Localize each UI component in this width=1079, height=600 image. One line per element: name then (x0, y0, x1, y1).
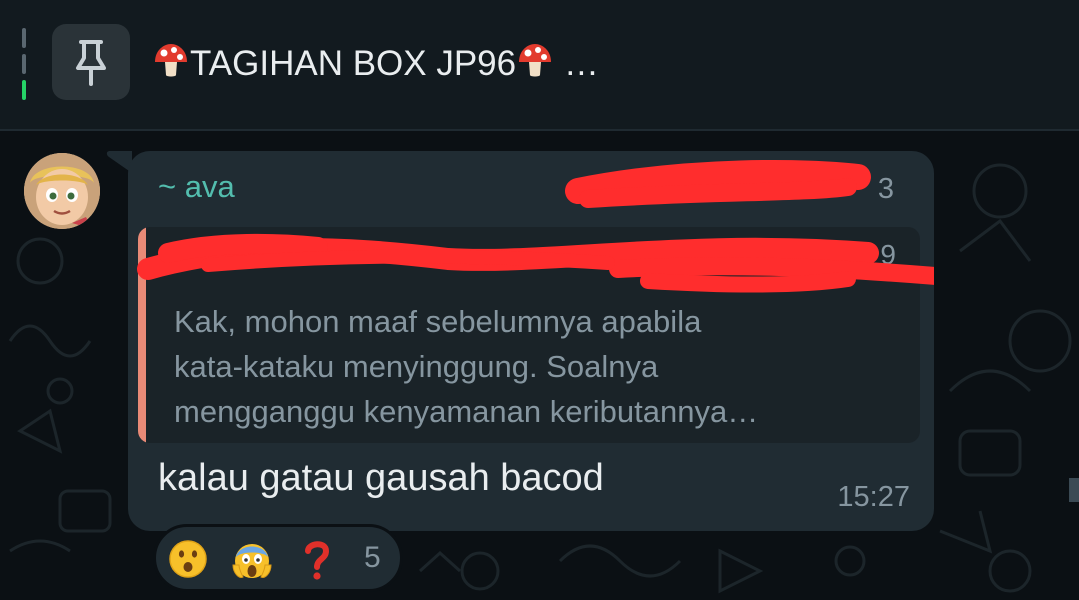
mushroom-icon (152, 42, 190, 87)
pinned-title-ellipsis: … (554, 44, 599, 83)
hushed-face-emoji (168, 539, 208, 583)
screaming-face-emoji (231, 539, 273, 585)
chat-area[interactable]: ~ ava +62 3 +62 9 Kak, mohon maaf sebelumn… (0, 131, 1079, 600)
scrollbar-thumb[interactable] (1069, 478, 1079, 502)
chat-screen: TAGIHAN BOX JP96 … ~ ava +62 3 +62 9 Kak… (0, 0, 1079, 600)
reaction-count: 5 (364, 541, 381, 574)
red-question-mark-emoji (302, 539, 332, 585)
message-timestamp: 15:27 (837, 481, 910, 513)
mushroom-icon (516, 42, 554, 87)
message-bubble[interactable]: ~ ava +62 3 +62 9 Kak, mohon maaf sebelumn… (128, 151, 934, 531)
pinned-message-bar[interactable]: TAGIHAN BOX JP96 … (0, 0, 1079, 131)
pinned-title-text: TAGIHAN BOX JP96 (190, 44, 517, 83)
quoted-phone-suffix: 9 (880, 239, 896, 270)
pinned-message-title: TAGIHAN BOX JP96 … (152, 42, 599, 87)
pinned-position-indicator (22, 28, 28, 100)
quote-accent-bar (138, 227, 146, 443)
quoted-message[interactable]: +62 9 Kak, mohon maaf sebelumnya apabila … (138, 227, 920, 443)
quoted-text: Kak, mohon maaf sebelumnya apabila kata-… (174, 304, 759, 429)
pin-icon (52, 24, 130, 100)
sender-phone-suffix: 3 (877, 173, 894, 205)
quoted-phone-prefix: +62 (582, 239, 631, 270)
sender-phone-prefix: +62 (578, 173, 628, 205)
sender-avatar[interactable] (24, 153, 100, 229)
quoted-phone: +62 9 (583, 239, 896, 271)
sender-name[interactable]: ~ ava (158, 169, 235, 205)
sender-phone: +62 3 (579, 173, 894, 206)
reactions-pill[interactable]: 5 (153, 524, 403, 592)
message-text: kalau gatau gausah bacod (158, 457, 604, 499)
